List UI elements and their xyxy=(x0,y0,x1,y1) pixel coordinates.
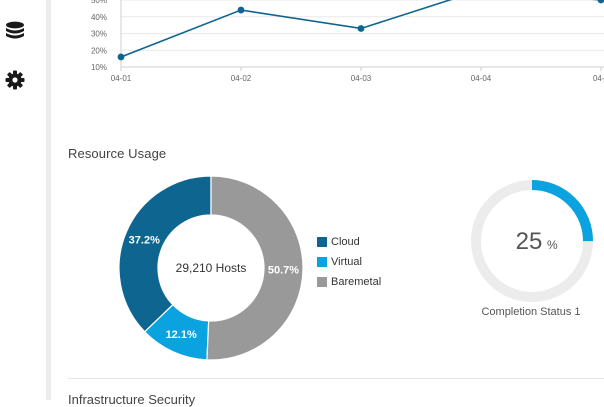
donut-legend: Cloud Virtual Baremetal xyxy=(317,232,381,292)
legend-item-cloud[interactable]: Cloud xyxy=(317,232,381,252)
gauge-value: 25 xyxy=(516,228,543,255)
data-point xyxy=(357,25,365,32)
main-content: 50%40%30%20%10%04-0104-0204-0304-0404-0 … xyxy=(51,0,604,407)
data-point xyxy=(597,0,604,4)
y-tick-label: 20% xyxy=(91,46,107,55)
y-tick-label: 50% xyxy=(91,0,107,5)
line-chart: 50% 40% 30% 20% 10% 04-01 04-02 04-03 04-04 04-0 xyxy=(91,0,604,83)
resource-donut-chart: 37.2% 12.1% 50.7% 29,210 Hosts xyxy=(118,175,304,361)
x-tick-label: 04-0 xyxy=(593,74,604,83)
x-tick-label: 04-02 xyxy=(231,74,252,83)
legend-label: Virtual xyxy=(331,256,362,268)
legend-item-baremetal[interactable]: Baremetal xyxy=(317,272,381,292)
section-divider xyxy=(68,378,604,379)
sidebar xyxy=(0,0,48,400)
gauge-unit: % xyxy=(547,238,558,252)
legend-swatch-baremetal xyxy=(317,277,327,287)
y-tick-label: 10% xyxy=(91,63,107,72)
legend-swatch-cloud xyxy=(317,237,327,247)
section-title-resource-usage: Resource Usage xyxy=(68,146,167,161)
x-tick-label: 04-03 xyxy=(351,74,372,83)
database-icon[interactable] xyxy=(4,20,26,42)
slice-label: 37.2% xyxy=(129,235,160,247)
x-tick-label: 04-04 xyxy=(471,74,492,83)
donut-center-label: 29,210 Hosts xyxy=(176,261,247,275)
y-tick-label: 40% xyxy=(91,13,107,22)
legend-label: Baremetal xyxy=(331,276,382,288)
gear-icon[interactable] xyxy=(4,69,26,91)
x-tick-label: 04-01 xyxy=(111,74,132,83)
slice-cloud xyxy=(118,175,212,333)
y-tick-label: 30% xyxy=(91,30,107,39)
slice-label: 12.1% xyxy=(166,329,197,341)
slice-label: 50.7% xyxy=(268,265,299,277)
legend-label: Cloud xyxy=(331,236,360,248)
legend-item-virtual[interactable]: Virtual xyxy=(317,252,381,272)
completion-label: Completion Status 1 xyxy=(481,306,581,318)
data-point xyxy=(117,53,125,61)
data-point xyxy=(237,6,245,14)
completion-gauge: 25% xyxy=(471,180,593,302)
legend-swatch-virtual xyxy=(317,257,327,267)
